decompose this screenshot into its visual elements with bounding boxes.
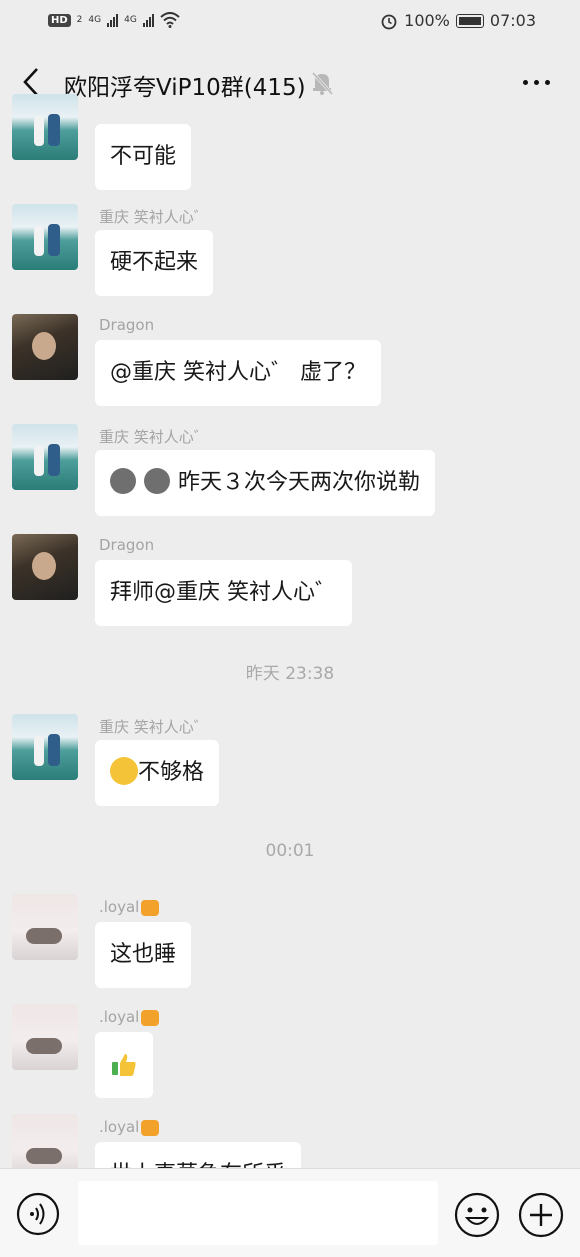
avatar[interactable] — [12, 204, 78, 270]
status-bar: HD 2 4G 4G 100% 07:03 — [0, 0, 580, 44]
network-type-2: 4G — [124, 15, 137, 25]
message-input[interactable] — [78, 1181, 438, 1245]
message-bubble[interactable]: @重庆 笑衬人心゛ 虚了？ — [95, 340, 381, 406]
hd-badge: HD — [48, 13, 71, 27]
alarm-icon — [381, 14, 397, 29]
message-text: 昨天３次今天两次你说勒 — [178, 470, 421, 495]
more-dots-icon[interactable] — [523, 80, 550, 85]
message-bubble[interactable]: 拜师@重庆 笑衬人心゛ — [95, 560, 352, 626]
wifi-icon — [160, 12, 180, 28]
message-bubble[interactable]: 昨天３次今天两次你说勒 — [95, 450, 436, 516]
plus-icon[interactable] — [518, 1192, 564, 1238]
input-bar — [0, 1168, 580, 1257]
sender-name: 重庆 笑衬人心゛ — [99, 208, 209, 226]
sender-name: 重庆 笑衬人心゛ — [99, 428, 209, 446]
sender-name: .loyal — [99, 898, 160, 916]
message-bubble[interactable]: 硬不起来 — [95, 230, 214, 296]
chat-title: 欧阳浮夸ViP10群(415) — [64, 75, 306, 101]
clock-time: 07:03 — [489, 11, 536, 30]
thumbs-up-icon — [112, 1054, 136, 1076]
avatar[interactable] — [12, 94, 78, 160]
sim-label: 2 — [76, 15, 83, 25]
avatar[interactable] — [12, 714, 78, 780]
tiger-icon — [141, 1119, 160, 1136]
tiger-icon — [141, 1009, 160, 1026]
battery-icon — [455, 13, 484, 28]
avatar[interactable] — [12, 424, 78, 490]
timestamp: 昨天 23:38 — [245, 664, 335, 684]
sender-name: .loyal — [99, 1118, 160, 1136]
battery-percent: 100% — [404, 11, 450, 30]
voice-icon[interactable] — [16, 1192, 60, 1236]
new-moon-face-icon — [110, 468, 136, 494]
chat-header: 欧阳浮夸ViP10群(415) — [0, 44, 580, 120]
sender-name: Dragon — [99, 536, 155, 554]
signal-icon-2 — [142, 13, 154, 27]
timestamp: 00:01 — [265, 841, 315, 861]
new-moon-face-icon — [144, 468, 170, 494]
network-type-1: 4G — [88, 15, 102, 25]
tears-of-joy-icon — [110, 757, 138, 785]
message-bubble[interactable] — [95, 1032, 153, 1098]
avatar[interactable] — [12, 894, 78, 960]
avatar[interactable] — [12, 314, 78, 380]
avatar[interactable] — [12, 534, 78, 600]
sender-name: .loyal — [99, 1008, 160, 1026]
message-bubble[interactable]: 不够格 — [95, 740, 220, 806]
status-right: 100% 07:03 — [380, 11, 536, 30]
signal-icon — [107, 13, 119, 27]
message-bubble[interactable]: 不可能 — [95, 124, 192, 190]
avatar[interactable] — [12, 1004, 78, 1070]
tiger-icon — [141, 899, 160, 916]
message-text: 不够格 — [138, 760, 205, 785]
message-bubble[interactable]: 这也睡 — [95, 922, 192, 988]
bell-muted-icon — [311, 71, 334, 96]
sender-name: 重庆 笑衬人心゛ — [99, 718, 209, 736]
emoji-icon[interactable] — [454, 1192, 500, 1238]
signal-indicators: HD 2 4G 4G — [48, 12, 180, 28]
sender-name: Dragon — [99, 316, 155, 334]
